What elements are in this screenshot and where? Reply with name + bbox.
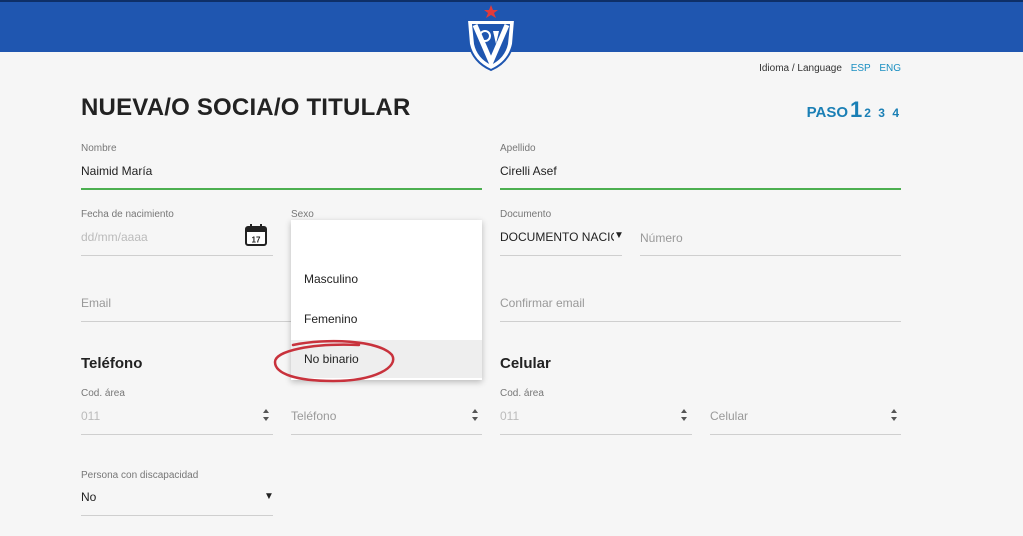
telefono-cod-underline <box>81 434 273 435</box>
telefono-section-title: Teléfono <box>81 355 143 372</box>
telefono-underline <box>291 434 482 435</box>
top-bar-shade <box>0 0 1023 2</box>
step-current: 1 <box>850 97 863 122</box>
fecha-input[interactable]: dd/mm/aaaa <box>81 230 148 244</box>
telefono-spinner-icon[interactable] <box>471 409 479 421</box>
page-title: NUEVA/O SOCIA/O TITULAR <box>81 94 411 121</box>
celular-cod-label: Cod. área <box>500 388 544 399</box>
celular-section-title: Celular <box>500 355 551 372</box>
telefono-cod-label: Cod. área <box>81 388 125 399</box>
steps-remaining[interactable]: 2 3 4 <box>864 106 901 120</box>
language-label: Idioma / Language <box>759 63 842 74</box>
apellido-label: Apellido <box>500 143 536 154</box>
documento-select[interactable]: DOCUMENTO NACION <box>500 230 614 244</box>
fecha-label: Fecha de nacimiento <box>81 209 174 220</box>
fecha-underline <box>81 255 273 256</box>
sexo-option-femenino[interactable]: Femenino <box>291 300 482 338</box>
language-option-esp[interactable]: ESP <box>851 63 871 74</box>
language-selector: Idioma / Language ESP ENG <box>759 63 901 74</box>
sexo-option-masculino[interactable]: Masculino <box>291 260 482 298</box>
numero-underline <box>640 255 901 256</box>
telefono-cod-spinner-icon[interactable] <box>262 409 270 421</box>
confirmar-email-input[interactable]: Confirmar email <box>500 296 585 310</box>
telefono-input[interactable]: Teléfono <box>291 409 336 423</box>
discapacidad-caret-icon[interactable]: ▼ <box>264 491 274 502</box>
numero-input[interactable]: Número <box>640 231 683 245</box>
nombre-input[interactable]: Naimid María <box>81 164 152 178</box>
club-crest-icon[interactable] <box>463 4 519 72</box>
celular-spinner-icon[interactable] <box>890 409 898 421</box>
sexo-dropdown[interactable]: Masculino Femenino No binario <box>291 220 482 380</box>
discapacidad-select[interactable]: No <box>81 490 96 504</box>
celular-cod-input[interactable]: 011 <box>500 409 519 423</box>
discapacidad-label: Persona con discapacidad <box>81 470 199 481</box>
documento-label: Documento <box>500 209 552 220</box>
nombre-underline <box>81 188 482 190</box>
step-label: PASO <box>806 104 849 121</box>
celular-cod-spinner-icon[interactable] <box>680 409 688 421</box>
email-input[interactable]: Email <box>81 296 111 310</box>
celular-cod-underline <box>500 434 692 435</box>
language-option-eng[interactable]: ENG <box>879 63 901 74</box>
discapacidad-underline <box>81 515 273 516</box>
documento-caret-icon[interactable]: ▼ <box>614 230 624 241</box>
celular-underline <box>710 434 901 435</box>
telefono-cod-input[interactable]: 011 <box>81 409 100 423</box>
celular-input[interactable]: Celular <box>710 409 748 423</box>
apellido-underline <box>500 188 901 190</box>
sexo-option-no-binario[interactable]: No binario <box>291 340 482 378</box>
sexo-label: Sexo <box>291 209 314 220</box>
confirmar-email-underline <box>500 321 901 322</box>
calendar-icon[interactable]: 17 <box>244 223 268 247</box>
calendar-day: 17 <box>252 236 261 245</box>
nombre-label: Nombre <box>81 143 117 154</box>
documento-underline <box>500 255 622 256</box>
step-indicator: PASO1 2 3 4 <box>807 97 901 123</box>
apellido-input[interactable]: Cirelli Asef <box>500 164 557 178</box>
